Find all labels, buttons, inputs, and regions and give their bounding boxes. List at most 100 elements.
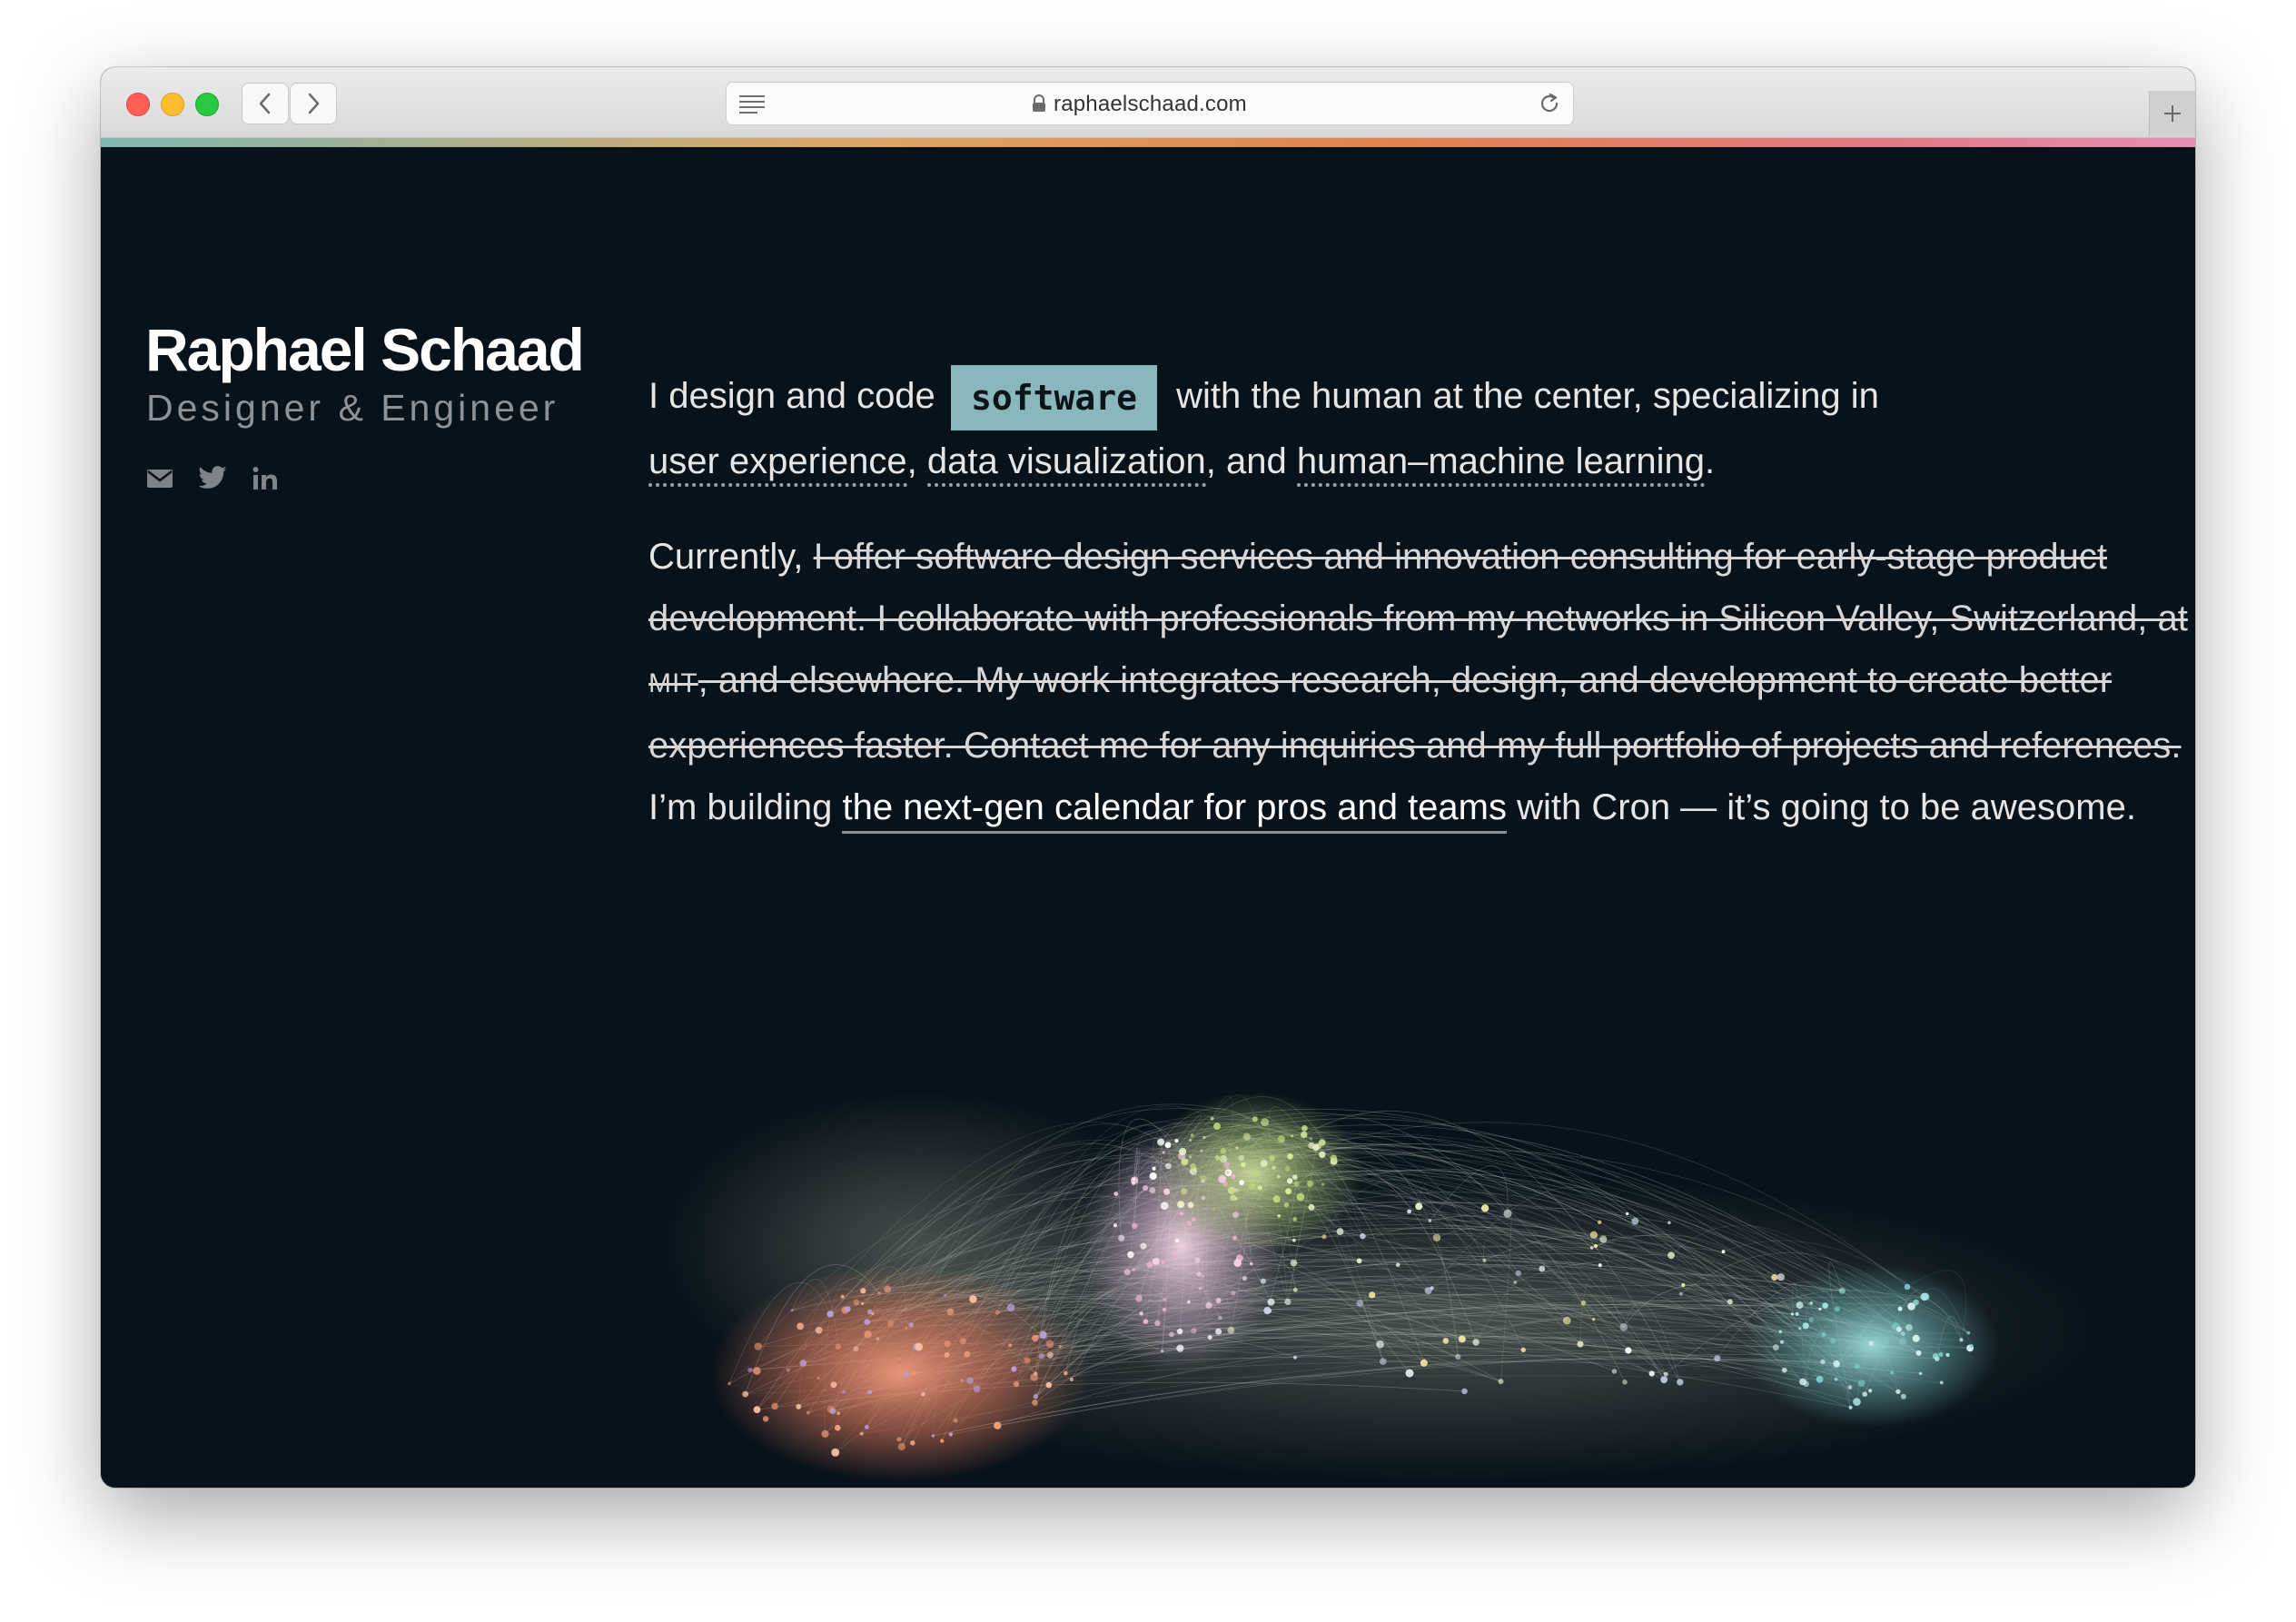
network-node — [1123, 1269, 1131, 1276]
network-node — [1356, 1258, 1362, 1264]
network-node — [1276, 1174, 1281, 1179]
network-node — [864, 1425, 869, 1429]
network-node — [1308, 1142, 1315, 1149]
network-node — [944, 1340, 951, 1348]
topic-data-visualization-link[interactable]: data visualization — [926, 441, 1206, 488]
network-node — [1143, 1319, 1149, 1324]
network-node — [1228, 1186, 1236, 1194]
network-node — [1286, 1178, 1293, 1184]
network-node — [1239, 1180, 1245, 1185]
network-node — [1895, 1326, 1902, 1332]
network-node — [1292, 1288, 1298, 1292]
network-node — [1227, 1326, 1235, 1334]
zoom-window-button[interactable] — [195, 93, 219, 116]
network-node — [1140, 1242, 1147, 1250]
network-node — [1833, 1360, 1840, 1368]
profile-role: Designer & Engineer — [146, 387, 559, 429]
close-window-button[interactable] — [126, 93, 150, 116]
topic-human-machine-learning-link[interactable]: human–machine learning — [1296, 441, 1705, 488]
intro-separator: , — [906, 441, 917, 482]
network-node — [910, 1440, 915, 1446]
intro-rest: with the human at the center, specializi… — [1176, 376, 1879, 416]
network-node — [1215, 1328, 1222, 1335]
url-text: raphaelschaad.com — [1054, 92, 1247, 116]
network-node — [1251, 1169, 1259, 1176]
network-node — [1257, 1185, 1262, 1191]
network-node — [1032, 1334, 1039, 1342]
network-node — [1599, 1235, 1608, 1243]
cron-calendar-link[interactable]: the next-gen calendar for pros and teams — [842, 787, 1507, 834]
network-node — [1598, 1263, 1602, 1268]
network-node — [826, 1310, 834, 1318]
network-node — [1668, 1251, 1675, 1260]
network-node — [1428, 1219, 1432, 1222]
network-node — [836, 1411, 841, 1416]
network-node — [1176, 1328, 1183, 1335]
network-node — [1796, 1301, 1804, 1310]
network-node — [1816, 1375, 1824, 1383]
network-node — [742, 1390, 749, 1398]
linkedin-icon[interactable] — [252, 466, 279, 491]
network-node — [1415, 1202, 1423, 1211]
minimize-window-button[interactable] — [161, 93, 184, 116]
network-node — [1625, 1347, 1632, 1354]
network-node — [1165, 1162, 1172, 1170]
network-node — [1024, 1357, 1031, 1364]
forward-button[interactable] — [290, 83, 337, 124]
new-tab-button[interactable] — [2149, 91, 2195, 136]
browser-window: raphaelschaad.com Raphael Schaad Designe… — [101, 67, 2195, 1488]
network-node — [1915, 1350, 1922, 1356]
reload-icon[interactable] — [1537, 91, 1562, 116]
network-node — [867, 1390, 872, 1395]
back-button[interactable] — [242, 83, 289, 124]
twitter-icon[interactable] — [197, 466, 228, 491]
reader-view-icon[interactable] — [736, 92, 768, 115]
network-node — [877, 1291, 881, 1295]
network-node — [1773, 1344, 1779, 1350]
network-node — [1133, 1177, 1136, 1181]
network-node — [1900, 1331, 1905, 1337]
network-node — [1039, 1330, 1047, 1340]
network-node — [1146, 1261, 1153, 1268]
network-node — [806, 1410, 810, 1415]
social-links — [146, 466, 279, 491]
network-node — [753, 1367, 761, 1375]
network-node — [1230, 1194, 1237, 1202]
network-node — [1218, 1315, 1222, 1320]
network-node — [1678, 1291, 1683, 1296]
network-node — [1260, 1160, 1268, 1168]
network-node — [1179, 1147, 1187, 1156]
address-bar[interactable]: raphaelschaad.com — [726, 82, 1574, 125]
network-node — [1458, 1335, 1466, 1343]
network-node — [1186, 1221, 1193, 1226]
network-node — [1515, 1270, 1522, 1277]
network-node — [1292, 1217, 1298, 1221]
network-node — [1232, 1212, 1239, 1219]
network-node — [1248, 1182, 1256, 1191]
network-node — [1277, 1135, 1286, 1143]
network-node — [859, 1431, 864, 1436]
network-node — [1319, 1151, 1326, 1159]
network-node — [786, 1368, 790, 1372]
network-node — [1260, 1278, 1266, 1284]
network-node — [1249, 1261, 1253, 1266]
network-node — [1013, 1380, 1020, 1388]
network-node — [1677, 1379, 1684, 1386]
network-node — [1376, 1340, 1384, 1349]
network-node — [1241, 1162, 1246, 1168]
network-node — [1176, 1344, 1184, 1352]
topic-user-experience-link[interactable]: user experience — [648, 441, 907, 488]
network-node — [1135, 1295, 1143, 1302]
network-node — [905, 1326, 908, 1330]
network-node — [1160, 1202, 1169, 1210]
email-icon[interactable] — [146, 468, 173, 490]
network-node — [1330, 1154, 1338, 1162]
network-node — [1163, 1188, 1171, 1195]
network-node — [1319, 1139, 1326, 1146]
network-node — [931, 1434, 935, 1438]
network-node — [1238, 1154, 1245, 1162]
network-node — [1780, 1340, 1784, 1344]
network-node — [1033, 1394, 1039, 1399]
network-node — [1853, 1398, 1861, 1406]
network-node — [1520, 1347, 1527, 1353]
